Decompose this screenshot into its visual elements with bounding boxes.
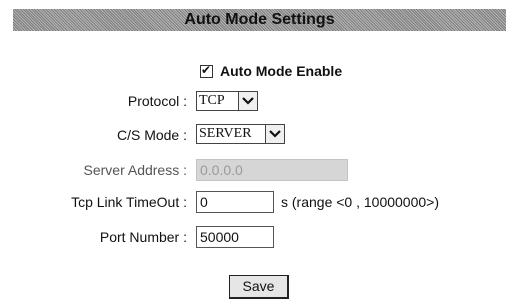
port-number-input[interactable]: 50000 [196,226,274,248]
auto-mode-enable-row[interactable]: ✔ Auto Mode Enable [200,62,342,80]
tcp-link-timeout-label: Tcp Link TimeOut : [71,194,187,210]
chevron-down-icon[interactable] [265,125,284,143]
auto-mode-enable-label[interactable]: Auto Mode Enable [220,63,342,79]
checkmark-icon: ✔ [201,62,212,77]
cs-mode-label: C/S Mode : [116,127,187,143]
tcp-link-timeout-hint: s (range <0 , 10000000>) [281,194,440,210]
tcp-link-timeout-input[interactable]: 0 [196,191,274,213]
protocol-select[interactable]: TCP [196,91,258,111]
cs-mode-select-value: SERVER [199,126,252,141]
server-address-input: 0.0.0.0 [196,159,348,181]
chevron-down-icon[interactable] [238,92,257,110]
server-address-label: Server Address : [83,162,188,178]
auto-mode-enable-checkbox[interactable]: ✔ [200,62,213,78]
page-title: Auto Mode Settings [184,11,335,28]
auto-mode-settings-panel: Auto Mode Settings ✔ Auto Mode Enable Pr… [0,0,518,299]
protocol-select-value: TCP [199,93,225,108]
title-bar: Auto Mode Settings [13,9,506,31]
port-number-label: Port Number : [99,229,187,245]
cs-mode-select[interactable]: SERVER [196,124,285,144]
save-button[interactable]: Save [229,275,289,299]
protocol-label: Protocol : [127,93,187,109]
